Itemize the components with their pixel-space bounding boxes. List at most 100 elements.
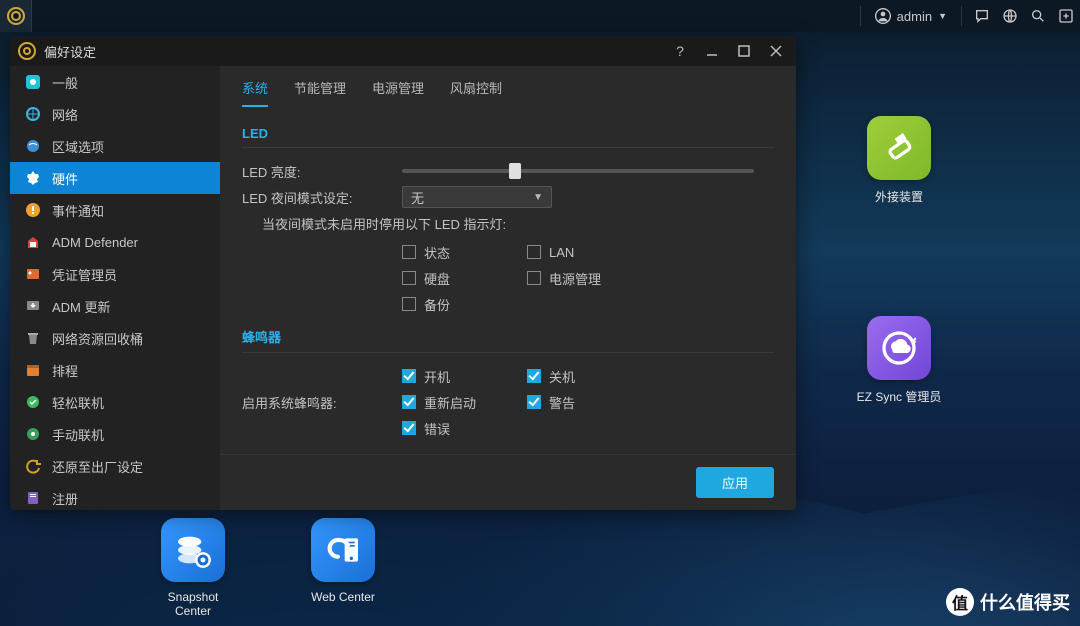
- sidebar-item-label: 区域选项: [52, 137, 104, 156]
- sidebar-item-manual-connect[interactable]: 手动联机: [10, 418, 220, 450]
- checkbox-label: 开机: [424, 367, 450, 386]
- watermark-text: 什么值得买: [980, 589, 1070, 615]
- sidebar-item-label: 凭证管理员: [52, 265, 117, 284]
- sidebar-item-label: ADM Defender: [52, 235, 138, 250]
- sidebar-item-label: 手动联机: [52, 425, 104, 444]
- taskbar-user-label: admin: [897, 9, 932, 24]
- sidebar: 一般 网络 区域选项 硬件 事件通知 ADM Defender 凭证管理员 AD…: [10, 66, 220, 510]
- tab-power-mgmt[interactable]: 电源管理: [372, 78, 424, 107]
- checkbox-label: 重新启动: [424, 393, 476, 412]
- tab-power-save[interactable]: 节能管理: [294, 78, 346, 107]
- checkbox-label: 备份: [424, 295, 450, 314]
- cloud-sync-icon: [879, 328, 919, 368]
- select-value: 无: [411, 188, 424, 207]
- icon-label: Web Center: [311, 590, 375, 604]
- help-button[interactable]: ?: [668, 39, 692, 63]
- slider-thumb[interactable]: [509, 163, 521, 179]
- desktop-icon-snapshot-center[interactable]: Snapshot Center: [150, 518, 236, 618]
- checkbox-label: 警告: [549, 393, 575, 412]
- checkbox-label: LAN: [549, 245, 574, 260]
- settings-window: 偏好设定 ? 一般 网络 区域选项 硬件 事件通知 ADM Defender 凭…: [10, 36, 796, 510]
- taskbar-settings-icon[interactable]: [0, 0, 32, 32]
- desktop-icon-ez-sync[interactable]: EZ Sync 管理员: [856, 316, 942, 405]
- checkbox-label: 状态: [424, 243, 450, 262]
- taskbar-widget-button[interactable]: [1052, 2, 1080, 30]
- checkbox-warn[interactable]: [527, 395, 541, 409]
- icon-label: 外接装置: [875, 188, 923, 205]
- desktop-icon-web-center[interactable]: Web Center: [300, 518, 386, 604]
- taskbar-search-button[interactable]: [1024, 2, 1052, 30]
- chevron-down-icon: ▼: [938, 11, 947, 21]
- checkbox-label: 关机: [549, 367, 575, 386]
- sidebar-item-factory[interactable]: 还原至出厂设定: [10, 450, 220, 482]
- sidebar-item-network[interactable]: 网络: [10, 98, 220, 130]
- maximize-button[interactable]: [732, 39, 756, 63]
- checkbox-error[interactable]: [402, 421, 416, 435]
- checkbox-label: 错误: [424, 419, 450, 438]
- checkbox-reboot[interactable]: [402, 395, 416, 409]
- tab-system[interactable]: 系统: [242, 78, 268, 107]
- desktop-icon-external-device[interactable]: 外接装置: [856, 116, 942, 205]
- led-brightness-label: LED 亮度:: [242, 162, 402, 181]
- content-pane: 系统 节能管理 电源管理 风扇控制 LED LED 亮度: LED 夜间模式设定…: [220, 66, 796, 510]
- led-night-select[interactable]: 无 ▼: [402, 186, 552, 208]
- sidebar-item-label: 网络资源回收桶: [52, 329, 143, 348]
- tab-fan[interactable]: 风扇控制: [450, 78, 502, 107]
- sidebar-item-label: 事件通知: [52, 201, 104, 220]
- sidebar-item-region[interactable]: 区域选项: [10, 130, 220, 162]
- led-night-label: LED 夜间模式设定:: [242, 188, 402, 207]
- sidebar-item-cert-manager[interactable]: 凭证管理员: [10, 258, 220, 290]
- sidebar-item-adm-defender[interactable]: ADM Defender: [10, 226, 220, 258]
- apply-button[interactable]: 应用: [696, 467, 774, 498]
- sidebar-item-hardware[interactable]: 硬件: [10, 162, 220, 194]
- web-center-icon: [323, 530, 363, 570]
- titlebar[interactable]: 偏好设定 ?: [10, 36, 796, 66]
- sidebar-item-label: 网络: [52, 105, 78, 124]
- taskbar-chat-button[interactable]: [968, 2, 996, 30]
- usb-icon: [879, 128, 919, 168]
- checkbox-status[interactable]: [402, 245, 416, 259]
- checkbox-backup[interactable]: [402, 297, 416, 311]
- buzzer-enable-label: 启用系统蜂鸣器:: [242, 393, 402, 412]
- checkbox-label: 电源管理: [549, 269, 601, 288]
- watermark: 值 什么值得买: [946, 588, 1070, 616]
- sidebar-item-adm-update[interactable]: ADM 更新: [10, 290, 220, 322]
- checkbox-lan[interactable]: [527, 245, 541, 259]
- checkbox-boot[interactable]: [402, 369, 416, 383]
- content-footer: 应用: [220, 454, 796, 510]
- section-led-title: LED: [242, 126, 774, 148]
- icon-label: EZ Sync 管理员: [857, 388, 942, 405]
- checkbox-shutdown[interactable]: [527, 369, 541, 383]
- taskbar: admin ▼: [0, 0, 1080, 32]
- minimize-button[interactable]: [700, 39, 724, 63]
- sidebar-item-event[interactable]: 事件通知: [10, 194, 220, 226]
- tab-bar: 系统 节能管理 电源管理 风扇控制: [220, 66, 796, 108]
- chevron-down-icon: ▼: [533, 192, 543, 203]
- checkbox-label: 硬盘: [424, 269, 450, 288]
- checkbox-disk[interactable]: [402, 271, 416, 285]
- sidebar-item-register[interactable]: 注册: [10, 482, 220, 510]
- sidebar-item-general[interactable]: 一般: [10, 66, 220, 98]
- sidebar-item-schedule[interactable]: 排程: [10, 354, 220, 386]
- sidebar-item-recycle[interactable]: 网络资源回收桶: [10, 322, 220, 354]
- sidebar-item-ez-connect[interactable]: 轻松联机: [10, 386, 220, 418]
- watermark-badge: 值: [946, 588, 974, 616]
- window-title: 偏好设定: [44, 42, 96, 61]
- sidebar-item-label: 排程: [52, 361, 78, 380]
- snapshot-icon: [173, 530, 213, 570]
- sidebar-item-label: ADM 更新: [52, 297, 111, 316]
- icon-label: Snapshot Center: [150, 590, 236, 618]
- taskbar-user[interactable]: admin ▼: [867, 8, 955, 24]
- sidebar-item-label: 注册: [52, 489, 78, 508]
- section-buzzer-title: 蜂鸣器: [242, 327, 774, 353]
- sidebar-item-label: 还原至出厂设定: [52, 457, 143, 476]
- user-icon: [875, 8, 891, 24]
- checkbox-power-mgmt[interactable]: [527, 271, 541, 285]
- taskbar-globe-button[interactable]: [996, 2, 1024, 30]
- close-button[interactable]: [764, 39, 788, 63]
- night-mode-note: 当夜间模式未启用时停用以下 LED 指示灯:: [262, 210, 774, 239]
- sidebar-item-label: 一般: [52, 73, 78, 92]
- sidebar-item-label: 硬件: [52, 169, 78, 188]
- led-brightness-slider[interactable]: [402, 169, 754, 173]
- sidebar-item-label: 轻松联机: [52, 393, 104, 412]
